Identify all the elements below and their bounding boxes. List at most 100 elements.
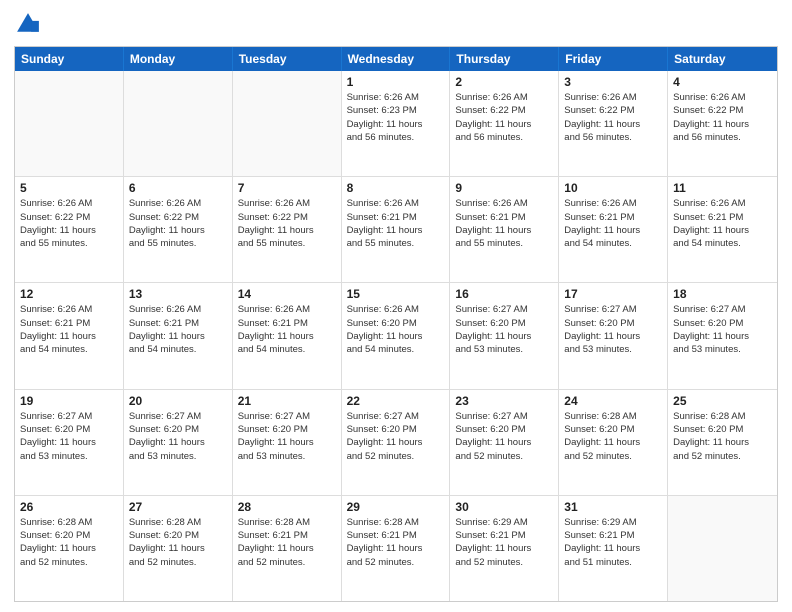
day-number: 30 [455,500,553,514]
day-number: 6 [129,181,227,195]
calendar-cell: 29Sunrise: 6:28 AM Sunset: 6:21 PM Dayli… [342,496,451,601]
calendar-cell: 1Sunrise: 6:26 AM Sunset: 6:23 PM Daylig… [342,71,451,176]
day-number: 14 [238,287,336,301]
day-info: Sunrise: 6:28 AM Sunset: 6:21 PM Dayligh… [238,516,336,569]
weekday-header-saturday: Saturday [668,47,777,71]
calendar: SundayMondayTuesdayWednesdayThursdayFrid… [14,46,778,602]
weekday-header-wednesday: Wednesday [342,47,451,71]
day-number: 31 [564,500,662,514]
day-number: 13 [129,287,227,301]
day-info: Sunrise: 6:27 AM Sunset: 6:20 PM Dayligh… [455,410,553,463]
calendar-cell [233,71,342,176]
day-number: 25 [673,394,772,408]
calendar-cell [15,71,124,176]
calendar-cell: 14 Sunrise: 6:26 AM Sunset: 6:21 PM Dayli… [233,283,342,388]
day-info: Sunrise: 6:28 AM Sunset: 6:20 PM Dayligh… [129,516,227,569]
day-info: Sunrise: 6:26 AM Sunset: 6:22 PM Dayligh… [129,197,227,250]
day-info: Sunrise: 6:27 AM Sunset: 6:20 PM Dayligh… [673,303,772,356]
day-number: 21 [238,394,336,408]
calendar-cell: 17Sunrise: 6:27 AM Sunset: 6:20 PM Dayli… [559,283,668,388]
calendar-row-2: 5 Sunrise: 6:26 AM Sunset: 6:22 PM Daylig… [15,177,777,283]
day-number: 16 [455,287,553,301]
day-info: Sunrise: 6:26 AM Sunset: 6:20 PM Dayligh… [347,303,445,356]
day-info: Sunrise: 6:29 AM Sunset: 6:21 PM Dayligh… [564,516,662,569]
calendar-cell: 24 Sunrise: 6:28 AM Sunset: 6:20 PM Dayli… [559,390,668,495]
calendar-cell: 30 Sunrise: 6:29 AM Sunset: 6:21 PM Dayli… [450,496,559,601]
day-info: Sunrise: 6:26 AM Sunset: 6:21 PM Dayligh… [347,197,445,250]
day-info: Sunrise: 6:27 AM Sunset: 6:20 PM Dayligh… [347,410,445,463]
day-info: Sunrise: 6:27 AM Sunset: 6:20 PM Dayligh… [238,410,336,463]
calendar-cell: 18 Sunrise: 6:27 AM Sunset: 6:20 PM Dayli… [668,283,777,388]
calendar-cell: 25 Sunrise: 6:28 AM Sunset: 6:20 PM Dayli… [668,390,777,495]
day-number: 18 [673,287,772,301]
calendar-cell: 19 Sunrise: 6:27 AM Sunset: 6:20 PM Dayli… [15,390,124,495]
day-info: Sunrise: 6:26 AM Sunset: 6:21 PM Dayligh… [564,197,662,250]
calendar-cell: 6 Sunrise: 6:26 AM Sunset: 6:22 PM Daylig… [124,177,233,282]
day-info: Sunrise: 6:26 AM Sunset: 6:22 PM Dayligh… [455,91,553,144]
day-number: 12 [20,287,118,301]
day-info: Sunrise: 6:26 AM Sunset: 6:21 PM Dayligh… [238,303,336,356]
calendar-cell: 31 Sunrise: 6:29 AM Sunset: 6:21 PM Dayli… [559,496,668,601]
calendar-cell: 12 Sunrise: 6:26 AM Sunset: 6:21 PM Dayli… [15,283,124,388]
day-info: Sunrise: 6:28 AM Sunset: 6:20 PM Dayligh… [673,410,772,463]
page: SundayMondayTuesdayWednesdayThursdayFrid… [0,0,792,612]
day-info: Sunrise: 6:26 AM Sunset: 6:22 PM Dayligh… [238,197,336,250]
day-number: 3 [564,75,662,89]
weekday-header-thursday: Thursday [450,47,559,71]
calendar-cell: 28 Sunrise: 6:28 AM Sunset: 6:21 PM Dayli… [233,496,342,601]
calendar-cell: 11 Sunrise: 6:26 AM Sunset: 6:21 PM Dayli… [668,177,777,282]
day-number: 15 [347,287,445,301]
day-number: 4 [673,75,772,89]
day-number: 26 [20,500,118,514]
day-number: 10 [564,181,662,195]
day-info: Sunrise: 6:28 AM Sunset: 6:20 PM Dayligh… [564,410,662,463]
day-number: 8 [347,181,445,195]
day-info: Sunrise: 6:29 AM Sunset: 6:21 PM Dayligh… [455,516,553,569]
calendar-cell: 13 Sunrise: 6:26 AM Sunset: 6:21 PM Dayli… [124,283,233,388]
day-info: Sunrise: 6:26 AM Sunset: 6:21 PM Dayligh… [673,197,772,250]
calendar-row-1: 1Sunrise: 6:26 AM Sunset: 6:23 PM Daylig… [15,71,777,177]
day-info: Sunrise: 6:28 AM Sunset: 6:20 PM Dayligh… [20,516,118,569]
calendar-cell: 4Sunrise: 6:26 AM Sunset: 6:22 PM Daylig… [668,71,777,176]
day-number: 27 [129,500,227,514]
day-info: Sunrise: 6:26 AM Sunset: 6:21 PM Dayligh… [455,197,553,250]
header [14,10,778,38]
day-number: 2 [455,75,553,89]
calendar-row-3: 12 Sunrise: 6:26 AM Sunset: 6:21 PM Dayli… [15,283,777,389]
calendar-cell: 20 Sunrise: 6:27 AM Sunset: 6:20 PM Dayli… [124,390,233,495]
calendar-cell: 15 Sunrise: 6:26 AM Sunset: 6:20 PM Dayli… [342,283,451,388]
calendar-cell: 16 Sunrise: 6:27 AM Sunset: 6:20 PM Dayli… [450,283,559,388]
calendar-cell: 2 Sunrise: 6:26 AM Sunset: 6:22 PM Daylig… [450,71,559,176]
day-info: Sunrise: 6:26 AM Sunset: 6:21 PM Dayligh… [129,303,227,356]
weekday-header-friday: Friday [559,47,668,71]
day-number: 7 [238,181,336,195]
calendar-cell: 3 Sunrise: 6:26 AM Sunset: 6:22 PM Daylig… [559,71,668,176]
day-info: Sunrise: 6:26 AM Sunset: 6:21 PM Dayligh… [20,303,118,356]
calendar-cell: 27 Sunrise: 6:28 AM Sunset: 6:20 PM Dayli… [124,496,233,601]
day-info: Sunrise: 6:28 AM Sunset: 6:21 PM Dayligh… [347,516,445,569]
calendar-row-5: 26 Sunrise: 6:28 AM Sunset: 6:20 PM Dayli… [15,496,777,601]
day-info: Sunrise: 6:26 AM Sunset: 6:22 PM Dayligh… [564,91,662,144]
calendar-row-4: 19 Sunrise: 6:27 AM Sunset: 6:20 PM Dayli… [15,390,777,496]
day-number: 5 [20,181,118,195]
day-number: 23 [455,394,553,408]
calendar-cell: 26 Sunrise: 6:28 AM Sunset: 6:20 PM Dayli… [15,496,124,601]
day-number: 1 [347,75,445,89]
weekday-header-monday: Monday [124,47,233,71]
day-number: 19 [20,394,118,408]
day-number: 11 [673,181,772,195]
calendar-cell: 10 Sunrise: 6:26 AM Sunset: 6:21 PM Dayli… [559,177,668,282]
calendar-body: 1Sunrise: 6:26 AM Sunset: 6:23 PM Daylig… [15,71,777,601]
day-info: Sunrise: 6:27 AM Sunset: 6:20 PM Dayligh… [455,303,553,356]
day-number: 17 [564,287,662,301]
day-number: 28 [238,500,336,514]
day-info: Sunrise: 6:26 AM Sunset: 6:22 PM Dayligh… [20,197,118,250]
day-number: 20 [129,394,227,408]
calendar-cell: 7 Sunrise: 6:26 AM Sunset: 6:22 PM Daylig… [233,177,342,282]
calendar-cell: 5 Sunrise: 6:26 AM Sunset: 6:22 PM Daylig… [15,177,124,282]
day-info: Sunrise: 6:27 AM Sunset: 6:20 PM Dayligh… [129,410,227,463]
day-number: 24 [564,394,662,408]
calendar-cell: 22Sunrise: 6:27 AM Sunset: 6:20 PM Dayli… [342,390,451,495]
calendar-cell [668,496,777,601]
day-info: Sunrise: 6:27 AM Sunset: 6:20 PM Dayligh… [20,410,118,463]
